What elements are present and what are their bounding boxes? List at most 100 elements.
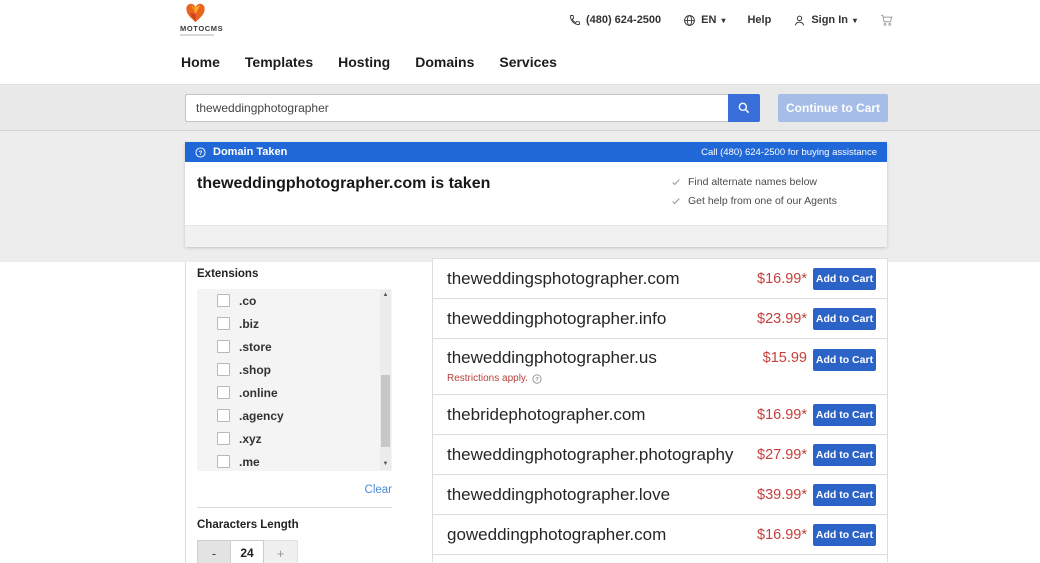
domain-price: $23.99* (757, 311, 807, 327)
add-to-cart-button[interactable]: Add to Cart (813, 444, 876, 466)
motocms-heart-icon (184, 3, 207, 23)
top-bar: MOTOCMS (480) 624-2500 EN ▾ Help Sign In… (0, 0, 1040, 40)
cart-button[interactable] (879, 13, 894, 27)
extension-checkbox[interactable] (217, 409, 230, 422)
domain-row: theweddingphotographer.info$23.99*Add to… (433, 299, 887, 339)
domain-taken-banner: ? Domain Taken Call (480) 624-2500 for b… (185, 142, 887, 162)
add-to-cart-button[interactable]: Add to Cart (813, 349, 876, 371)
characters-length-label: Characters Length (197, 519, 393, 531)
domain-row: theweddingphotographer.love$39.99*Add to… (433, 475, 887, 515)
domain-price: $16.99* (757, 271, 807, 287)
extension-checkbox[interactable] (217, 386, 230, 399)
extensions-listbox: .co.biz.store.shop.online.agency.xyz.me … (197, 289, 392, 471)
domain-price: $39.99* (757, 487, 807, 503)
checklist-text: Get help from one of our Agents (688, 195, 837, 207)
add-to-cart-button[interactable]: Add to Cart (813, 268, 876, 290)
language-label: EN (701, 14, 716, 26)
extension-checkbox[interactable] (217, 294, 230, 307)
domain-price: $27.99* (757, 447, 807, 463)
extension-checkbox[interactable] (217, 363, 230, 376)
search-button[interactable] (728, 94, 760, 122)
restrictions-text: Restrictions apply. (447, 373, 528, 384)
extension-option-biz[interactable]: .biz (197, 312, 392, 335)
domain-taken-heading: theweddingphotographer.com is taken (197, 175, 490, 193)
scroll-down-icon[interactable]: ▼ (380, 459, 391, 470)
chevron-down-icon: ▾ (721, 16, 725, 25)
svg-text:?: ? (535, 377, 539, 383)
length-stepper: - 24 + (197, 540, 393, 563)
add-to-cart-button[interactable]: Add to Cart (813, 524, 876, 546)
extension-option-co[interactable]: .co (197, 289, 392, 312)
chevron-down-icon: ▾ (853, 16, 857, 25)
extension-option-agency[interactable]: .agency (197, 404, 392, 427)
nav-item-home[interactable]: Home (181, 54, 220, 70)
extension-option-shop[interactable]: .shop (197, 358, 392, 381)
nav-item-templates[interactable]: Templates (245, 54, 313, 70)
domain-search-input[interactable] (185, 94, 728, 122)
hero-section: ? Domain Taken Call (480) 624-2500 for b… (0, 131, 1040, 262)
banner-title: Domain Taken (213, 146, 287, 158)
restrictions-note: Restrictions apply.? (447, 373, 542, 384)
checklist-item: Find alternate names below (671, 176, 837, 188)
extension-label: .shop (239, 363, 271, 377)
length-increment-button[interactable]: + (264, 540, 298, 563)
extension-option-store[interactable]: .store (197, 335, 392, 358)
domain-price: $15.99 (763, 350, 807, 366)
card-footer-strip (185, 225, 887, 247)
banner-assist-text: Call (480) 624-2500 for buying assistanc… (701, 147, 877, 158)
help-link[interactable]: Help (747, 14, 771, 26)
scrollbar-thumb[interactable] (381, 375, 390, 447)
extension-option-me[interactable]: .me (197, 450, 392, 471)
main-content: Extensions .co .biz .store .shop .online.age… (0, 262, 1040, 563)
nav-item-domains[interactable]: Domains (415, 54, 474, 70)
extension-checkbox[interactable] (217, 340, 230, 353)
language-selector[interactable]: EN ▾ (683, 14, 725, 27)
extensions-scrollbar[interactable]: ▲ ▼ (380, 290, 391, 470)
phone-link[interactable]: (480) 624-2500 (569, 14, 661, 26)
extension-option-online[interactable]: .online (197, 381, 392, 404)
nav-item-hosting[interactable]: Hosting (338, 54, 390, 70)
nav-item-services[interactable]: Services (499, 54, 557, 70)
length-value: 24 (231, 540, 264, 563)
domain-name: goweddingphotographer.com (447, 525, 666, 545)
add-to-cart-button[interactable]: Add to Cart (813, 308, 876, 330)
extension-checkbox[interactable] (217, 432, 230, 445)
extension-label: .biz (239, 317, 259, 331)
domain-results-list: theweddingsphotographer.com $16.99* Add to… (432, 258, 888, 562)
clear-filters-link[interactable]: Clear (365, 484, 392, 496)
phone-number: (480) 624-2500 (586, 14, 661, 26)
filters-sidebar: Extensions .co .biz .store .shop .online.age… (185, 262, 393, 563)
help-label: Help (747, 14, 771, 26)
check-icon (671, 177, 681, 187)
logo[interactable]: MOTOCMS (180, 3, 240, 36)
check-icon (671, 196, 681, 206)
divider (197, 507, 392, 508)
extensions-label: Extensions (197, 262, 393, 280)
domain-status-card: ? Domain Taken Call (480) 624-2500 for b… (185, 142, 887, 247)
extension-label: .me (239, 455, 260, 469)
domain-row: goweddingphotographer.com $16.99* Add to C… (433, 515, 887, 555)
extension-option-xyz[interactable]: .xyz (197, 427, 392, 450)
checklist-item: Get help from one of our Agents (671, 195, 837, 207)
extension-checkbox[interactable] (217, 455, 230, 468)
topbar-actions: (480) 624-2500 EN ▾ Help Sign In ▾ (569, 0, 894, 40)
search-icon (737, 101, 751, 115)
extension-label: .xyz (239, 432, 262, 446)
continue-to-cart-button[interactable]: Continue to Cart (778, 94, 888, 122)
domain-search-bar: Continue to Cart (0, 85, 1040, 131)
length-decrement-button[interactable]: - (197, 540, 231, 563)
extension-checkbox[interactable] (217, 317, 230, 330)
domain-price: $16.99* (757, 527, 807, 543)
cart-icon (879, 13, 894, 27)
add-to-cart-button[interactable]: Add to Cart (813, 484, 876, 506)
domain-row: theweddingsphotographer.com $16.99* Add to… (433, 259, 887, 299)
scroll-up-icon[interactable]: ▲ (380, 290, 391, 301)
question-circle-icon[interactable]: ? (532, 374, 542, 384)
question-circle-icon: ? (195, 147, 206, 158)
domain-name: thebridephotographer.com (447, 405, 645, 425)
add-to-cart-button[interactable]: Add to Cart (813, 404, 876, 426)
globe-icon (683, 14, 696, 27)
domain-price: $16.99* (757, 407, 807, 423)
domain-name: theweddingsphotographer.com (447, 269, 680, 289)
sign-in-menu[interactable]: Sign In ▾ (793, 14, 857, 27)
